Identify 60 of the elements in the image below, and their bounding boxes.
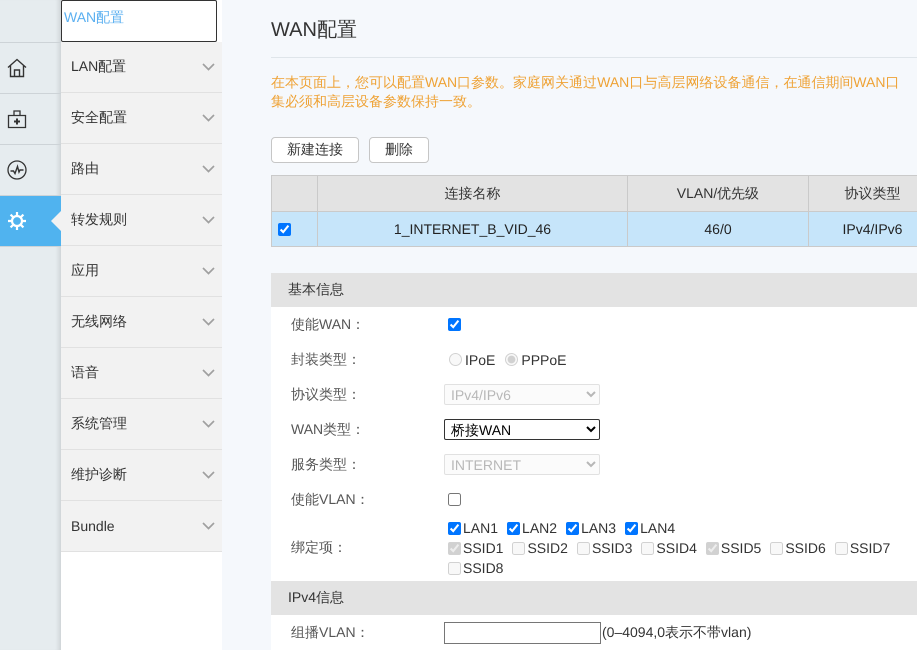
- option-label: SSID3: [592, 540, 632, 556]
- option-label: LAN4: [640, 520, 676, 536]
- option-label: LAN2: [522, 520, 558, 536]
- field-label: 封装类型：: [291, 350, 361, 368]
- row-checkbox[interactable]: [278, 222, 291, 236]
- pointer-notch-icon: [51, 211, 61, 231]
- checkbox[interactable]: [507, 522, 520, 535]
- option-label: SSID1: [463, 540, 504, 556]
- page-title: WAN配置: [271, 18, 357, 43]
- field-label: 绑定项：: [291, 539, 347, 557]
- action-button[interactable]: 新建连接: [271, 137, 359, 163]
- menu-item[interactable]: 维护诊断: [61, 450, 222, 501]
- home-icon: [7, 58, 27, 78]
- field-hint: (0–4094,0表示不带vlan): [602, 624, 752, 642]
- option-label: SSID2: [527, 540, 568, 556]
- input-field[interactable]: [444, 622, 601, 644]
- option-label: SSID4: [656, 540, 697, 556]
- dropdown[interactable]: 桥接WAN: [444, 419, 600, 440]
- checkbox[interactable]: [448, 522, 461, 535]
- option-label: SSID8: [463, 560, 504, 576]
- menu-item[interactable]: Bundle: [61, 501, 222, 552]
- column-header: 协议类型: [808, 176, 917, 212]
- menu-item[interactable]: 系统管理: [61, 399, 222, 450]
- field-label: 组播VLAN：: [291, 624, 370, 642]
- checkbox[interactable]: [448, 318, 461, 331]
- menu-item[interactable]: LAN配置: [61, 42, 222, 93]
- field-label: 协议类型：: [291, 386, 361, 404]
- description-text: 集必须和高层设备参数保持一致。: [271, 92, 481, 111]
- settings-icon: [7, 211, 27, 231]
- menu-item[interactable]: 无线网络: [61, 297, 222, 348]
- table-row[interactable]: 1_INTERNET_B_VID_46 46/0 IPv4/IPv6: [272, 212, 917, 246]
- option-label: SSID7: [850, 540, 890, 556]
- section-header: IPv4信息: [271, 581, 917, 615]
- checkbox[interactable]: [566, 522, 580, 535]
- medical-kit-icon: [7, 109, 27, 129]
- table-cell: 1_INTERNET_B_VID_46: [318, 212, 628, 246]
- option-label: SSID6: [785, 540, 826, 556]
- field-label: 服务类型：: [291, 456, 361, 474]
- menu-item[interactable]: 语音: [61, 348, 222, 399]
- action-button[interactable]: 删除: [369, 137, 429, 163]
- description-text: 在本页面上，您可以配置WAN口参数。家庭网关通过WAN口与高层网络设备通信，在通信期间WAN口: [271, 73, 900, 92]
- option-label: SSID5: [720, 540, 762, 556]
- field-label: 使能VLAN：: [291, 490, 370, 508]
- menu-item[interactable]: 转发规则: [61, 195, 222, 246]
- table-cell: 46/0: [628, 212, 808, 246]
- column-header: VLAN/优先级: [628, 176, 808, 212]
- menu-item[interactable]: 应用: [61, 246, 222, 297]
- option-label: LAN3: [581, 520, 616, 536]
- checkbox[interactable]: [448, 493, 461, 506]
- field-label: 使能WAN：: [291, 316, 366, 334]
- section-header: 基本信息: [271, 273, 917, 307]
- field-label: WAN类型：: [291, 420, 366, 438]
- column-header: 连接名称: [318, 176, 628, 212]
- menu-item[interactable]: 安全配置: [61, 93, 222, 144]
- menu-item[interactable]: 路由: [61, 144, 222, 195]
- option-label: PPPoE: [521, 352, 566, 368]
- option-label: LAN1: [463, 520, 498, 536]
- option-label: IPoE: [465, 352, 496, 368]
- pulse-icon: [7, 160, 27, 180]
- checkbox[interactable]: [625, 522, 638, 535]
